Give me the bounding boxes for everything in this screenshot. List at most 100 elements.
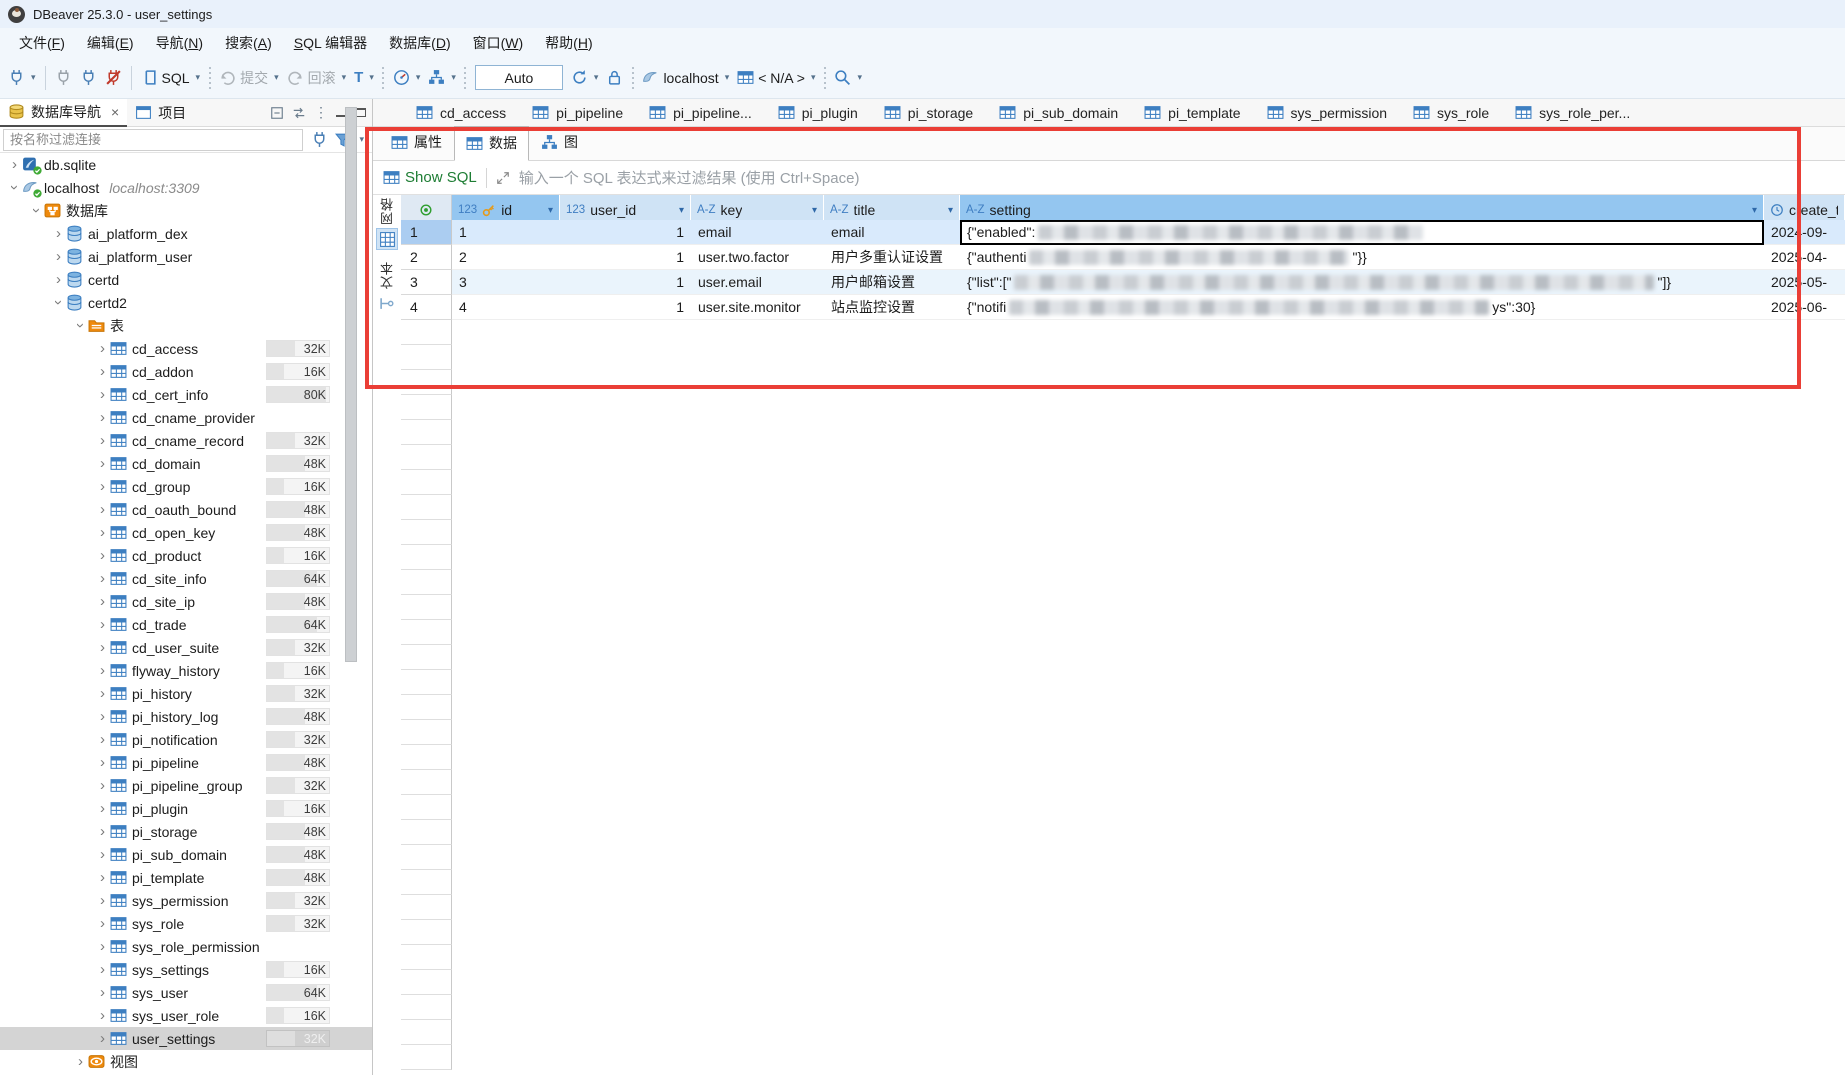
cell-user-id[interactable]: 1 bbox=[560, 220, 691, 245]
chevron-icon[interactable]: › bbox=[95, 1030, 110, 1047]
tree-item-cd_domain[interactable]: › cd_domain 48K bbox=[0, 452, 372, 475]
cell-id[interactable]: 3 bbox=[452, 270, 560, 295]
chevron-icon[interactable]: › bbox=[95, 662, 110, 679]
expand-filter-icon[interactable] bbox=[496, 171, 510, 185]
tree-item-cd_trade[interactable]: › cd_trade 64K bbox=[0, 613, 372, 636]
sql-editor-button[interactable]: SQL▾ bbox=[138, 65, 204, 90]
chevron-icon[interactable]: › bbox=[28, 203, 45, 218]
chevron-icon[interactable]: › bbox=[50, 295, 67, 310]
cell-id[interactable]: 2 bbox=[452, 245, 560, 270]
tree-item-cd_oauth_bound[interactable]: › cd_oauth_bound 48K bbox=[0, 498, 372, 521]
tree-item-cd_group[interactable]: › cd_group 16K bbox=[0, 475, 372, 498]
chevron-icon[interactable]: › bbox=[95, 846, 110, 863]
chevron-icon[interactable]: › bbox=[95, 823, 110, 840]
close-icon[interactable]: × bbox=[111, 104, 119, 120]
result-view-tab-图[interactable]: 图 bbox=[529, 125, 590, 160]
menu-item[interactable]: 数据库(D) bbox=[378, 29, 461, 57]
tree-item-pi_pipeline_group[interactable]: › pi_pipeline_group 32K bbox=[0, 774, 372, 797]
cell-setting[interactable]: {"notifiys":30} bbox=[960, 295, 1764, 320]
chevron-icon[interactable]: › bbox=[95, 570, 110, 587]
collapse-all-icon[interactable] bbox=[270, 106, 284, 120]
cell-key[interactable]: user.two.factor bbox=[691, 245, 824, 270]
cell-key[interactable]: email bbox=[691, 220, 824, 245]
cell-id[interactable]: 1 bbox=[452, 220, 560, 245]
tree-item-pi_pipeline[interactable]: › pi_pipeline 48K bbox=[0, 751, 372, 774]
editor-tab[interactable]: pi_pipeline bbox=[521, 100, 634, 125]
menu-item[interactable]: 搜索(A) bbox=[214, 29, 283, 57]
tree-item-pi_template[interactable]: › pi_template 48K bbox=[0, 866, 372, 889]
tree-item-cd_cert_info[interactable]: › cd_cert_info 80K bbox=[0, 383, 372, 406]
chevron-icon[interactable]: › bbox=[95, 593, 110, 610]
active-database-selector[interactable]: < N/A >▾ bbox=[734, 65, 818, 90]
editor-tab[interactable]: pi_storage bbox=[873, 100, 984, 125]
network-button[interactable]: ▾ bbox=[425, 65, 459, 90]
cell-title[interactable]: 用户多重认证设置 bbox=[824, 245, 960, 270]
tree-item-ai_platform_dex[interactable]: › ai_platform_dex bbox=[0, 222, 372, 245]
cell-create-time[interactable]: 2025-05- bbox=[1764, 270, 1845, 295]
tree-scrollbar[interactable] bbox=[345, 101, 357, 1075]
chevron-icon[interactable]: › bbox=[95, 616, 110, 633]
row-number-2[interactable]: 2 bbox=[401, 245, 452, 270]
chevron-icon[interactable]: › bbox=[95, 1007, 110, 1024]
connection-filter-input[interactable] bbox=[3, 129, 303, 151]
tree-item-sys_role_permission[interactable]: › sys_role_permission bbox=[0, 935, 372, 958]
chevron-icon[interactable]: › bbox=[95, 708, 110, 725]
scrollbar-thumb[interactable] bbox=[345, 107, 357, 662]
tree-item-cd_site_info[interactable]: › cd_site_info 64K bbox=[0, 567, 372, 590]
link-with-editor-icon[interactable] bbox=[292, 106, 306, 120]
cell-key[interactable]: user.email bbox=[691, 270, 824, 295]
cell-create-time[interactable]: 2024-09- bbox=[1764, 220, 1845, 245]
editor-tab[interactable]: sys_role bbox=[1402, 100, 1500, 125]
chevron-icon[interactable]: › bbox=[95, 777, 110, 794]
chevron-icon[interactable]: › bbox=[95, 478, 110, 495]
chevron-icon[interactable]: › bbox=[95, 547, 110, 564]
cell-setting[interactable]: {"authenti"}} bbox=[960, 245, 1764, 270]
tree-item-pi_plugin[interactable]: › pi_plugin 16K bbox=[0, 797, 372, 820]
cell-create-time[interactable]: 2025-04- bbox=[1764, 245, 1845, 270]
search-button[interactable]: ▾ bbox=[831, 65, 865, 90]
result-view-tab-属性[interactable]: 属性 bbox=[379, 125, 454, 160]
chevron-icon[interactable]: › bbox=[95, 984, 110, 1001]
transaction-mode-button[interactable]: T▾ bbox=[351, 65, 377, 90]
view-menu-icon[interactable]: ⋮ bbox=[314, 104, 328, 121]
tree-item-certd2[interactable]: › certd2 bbox=[0, 291, 372, 314]
reconnect-button[interactable] bbox=[77, 65, 100, 90]
tree-item-pi_history[interactable]: › pi_history 32K bbox=[0, 682, 372, 705]
tree-item-cd_site_ip[interactable]: › cd_site_ip 48K bbox=[0, 590, 372, 613]
show-sql-button[interactable]: Show SQL bbox=[383, 169, 477, 186]
tree-item-cd_cname_provider[interactable]: › cd_cname_provider bbox=[0, 406, 372, 429]
cell-create-time[interactable]: 2025-06- bbox=[1764, 295, 1845, 320]
chevron-icon[interactable]: › bbox=[51, 248, 66, 265]
editor-tab[interactable]: sys_permission bbox=[1256, 100, 1398, 125]
chevron-icon[interactable]: › bbox=[95, 639, 110, 656]
performance-button[interactable]: ▾ bbox=[390, 65, 424, 90]
editor-tab[interactable]: sys_role_per... bbox=[1504, 100, 1641, 125]
cell-user-id[interactable]: 1 bbox=[560, 245, 691, 270]
chevron-icon[interactable]: › bbox=[95, 340, 110, 357]
chevron-icon[interactable]: › bbox=[95, 731, 110, 748]
cell-user-id[interactable]: 1 bbox=[560, 295, 691, 320]
cell-setting[interactable]: {"list":[""]} bbox=[960, 270, 1764, 295]
chevron-icon[interactable]: › bbox=[95, 938, 110, 955]
chevron-icon[interactable]: › bbox=[7, 156, 22, 173]
menu-item[interactable]: 文件(F) bbox=[8, 29, 76, 57]
rollback-button[interactable]: 回滚▾ bbox=[284, 64, 350, 92]
tree-item-表[interactable]: › 表 bbox=[0, 314, 372, 337]
cell-setting[interactable]: {"enabled": bbox=[960, 220, 1764, 245]
chevron-icon[interactable]: › bbox=[95, 892, 110, 909]
cell-title[interactable]: email bbox=[824, 220, 960, 245]
tab-projects[interactable]: 项目 bbox=[127, 99, 194, 127]
tree-item-ai_platform_user[interactable]: › ai_platform_user bbox=[0, 245, 372, 268]
auto-commit-select[interactable]: Auto bbox=[475, 65, 563, 90]
tree-item-sys_user[interactable]: › sys_user 64K bbox=[0, 981, 372, 1004]
chevron-icon[interactable]: › bbox=[51, 225, 66, 242]
new-connection-button[interactable]: ▾ bbox=[5, 65, 39, 90]
tree-item-pi_storage[interactable]: › pi_storage 48K bbox=[0, 820, 372, 843]
chevron-icon[interactable]: › bbox=[51, 271, 66, 288]
chevron-icon[interactable]: › bbox=[95, 800, 110, 817]
chevron-icon[interactable]: › bbox=[95, 501, 110, 518]
tree-item-pi_sub_domain[interactable]: › pi_sub_domain 48K bbox=[0, 843, 372, 866]
tab-database-navigator[interactable]: 数据库导航 × bbox=[0, 99, 127, 127]
chevron-icon[interactable]: › bbox=[95, 432, 110, 449]
chevron-icon[interactable]: › bbox=[95, 961, 110, 978]
